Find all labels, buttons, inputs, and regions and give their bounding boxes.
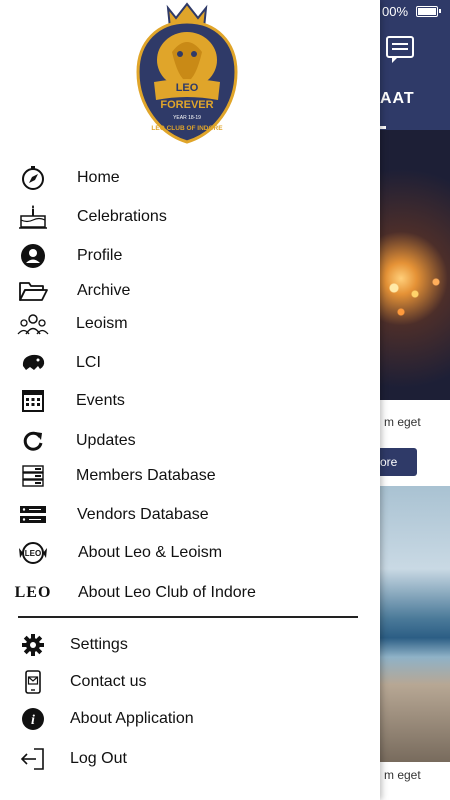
menu-item-leoism[interactable]: Leoism [0,306,380,342]
battery-icon [416,5,442,17]
folder-icon [16,278,50,304]
menu-item-members-database[interactable]: Members Database [0,458,380,494]
menu-label: Members Database [76,467,216,484]
svg-text:YEAR 18-19: YEAR 18-19 [173,115,201,121]
menu-item-about-leo-leoism[interactable]: LEO About Leo & Leoism [0,535,380,571]
user-icon [16,243,50,269]
group-icon [16,311,50,337]
svg-text:LEO: LEO [176,82,199,94]
phone-mail-icon [16,669,50,695]
svg-text:i: i [31,713,35,728]
read-more-button[interactable]: ore [374,448,417,476]
database-icon [16,463,50,489]
menu-label: About Leo Club of Indore [78,584,256,601]
card-text: m eget [384,415,421,429]
menu-item-vendors-database[interactable]: Vendors Database [0,497,380,533]
compass-icon [16,165,50,191]
menu-item-events[interactable]: Events [0,383,380,419]
gear-icon [16,632,50,658]
leo-club-logo: LEO FOREVER YEAR 18-19 LEO CLUB OF INDOR… [134,2,240,144]
menu-label: Archive [77,282,131,299]
menu-item-contact-us[interactable]: Contact us [0,664,380,700]
menu-label: Home [77,169,120,186]
app-title: AAT [380,90,415,107]
refresh-icon [16,428,50,454]
status-bar: 00% [380,0,450,22]
emblem-icon: LEO [16,540,50,566]
menu-label: Celebrations [77,208,167,225]
menu-label: Updates [76,432,136,449]
menu-label: LCI [76,354,101,371]
menu-label: About Application [70,710,194,727]
svg-text:LEO CLUB OF INDORE: LEO CLUB OF INDORE [151,125,223,132]
app-bar: AAT [380,22,450,130]
tab-indicator [380,126,386,129]
menu-item-celebrations[interactable]: Celebrations [0,199,380,235]
server-icon [16,502,50,528]
menu-item-updates[interactable]: Updates [0,423,380,459]
menu-item-home[interactable]: Home [0,160,380,196]
svg-text:FOREVER: FOREVER [160,99,213,111]
menu-label: Events [76,392,125,409]
menu-label: Contact us [70,673,147,690]
battery-percent: 00% [382,3,409,19]
menu-label: Vendors Database [77,506,209,523]
menu-item-about-leo-club-indore[interactable]: LEO About Leo Club of Indore [0,575,380,611]
chat-icon[interactable] [386,36,414,63]
menu-item-archive[interactable]: Archive [0,273,380,309]
card-image-carnival[interactable] [380,130,450,400]
leo-wordmark-icon: LEO [14,584,52,601]
menu-label: About Leo & Leoism [78,544,223,561]
menu-item-settings[interactable]: Settings [0,627,380,663]
menu-label: Profile [77,247,123,264]
cake-icon [16,204,50,230]
menu-label: Log Out [70,750,127,767]
menu-divider [18,616,358,618]
menu-item-lci[interactable]: LCI [0,345,380,381]
lion-icon [16,350,50,376]
svg-text:LEO: LEO [25,549,41,558]
navigation-drawer: LEO FOREVER YEAR 18-19 LEO CLUB OF INDOR… [0,0,380,800]
menu-item-profile[interactable]: Profile [0,238,380,274]
menu-label: Settings [70,636,128,653]
menu-item-about-application[interactable]: i About Application [0,701,380,737]
card-image-beach[interactable] [380,486,450,762]
menu-item-log-out[interactable]: Log Out [0,741,380,777]
menu-label: Leoism [76,315,128,332]
logout-icon [16,746,50,772]
calendar-icon [16,388,50,414]
card-text: m eget [384,768,421,782]
info-icon: i [16,706,50,732]
